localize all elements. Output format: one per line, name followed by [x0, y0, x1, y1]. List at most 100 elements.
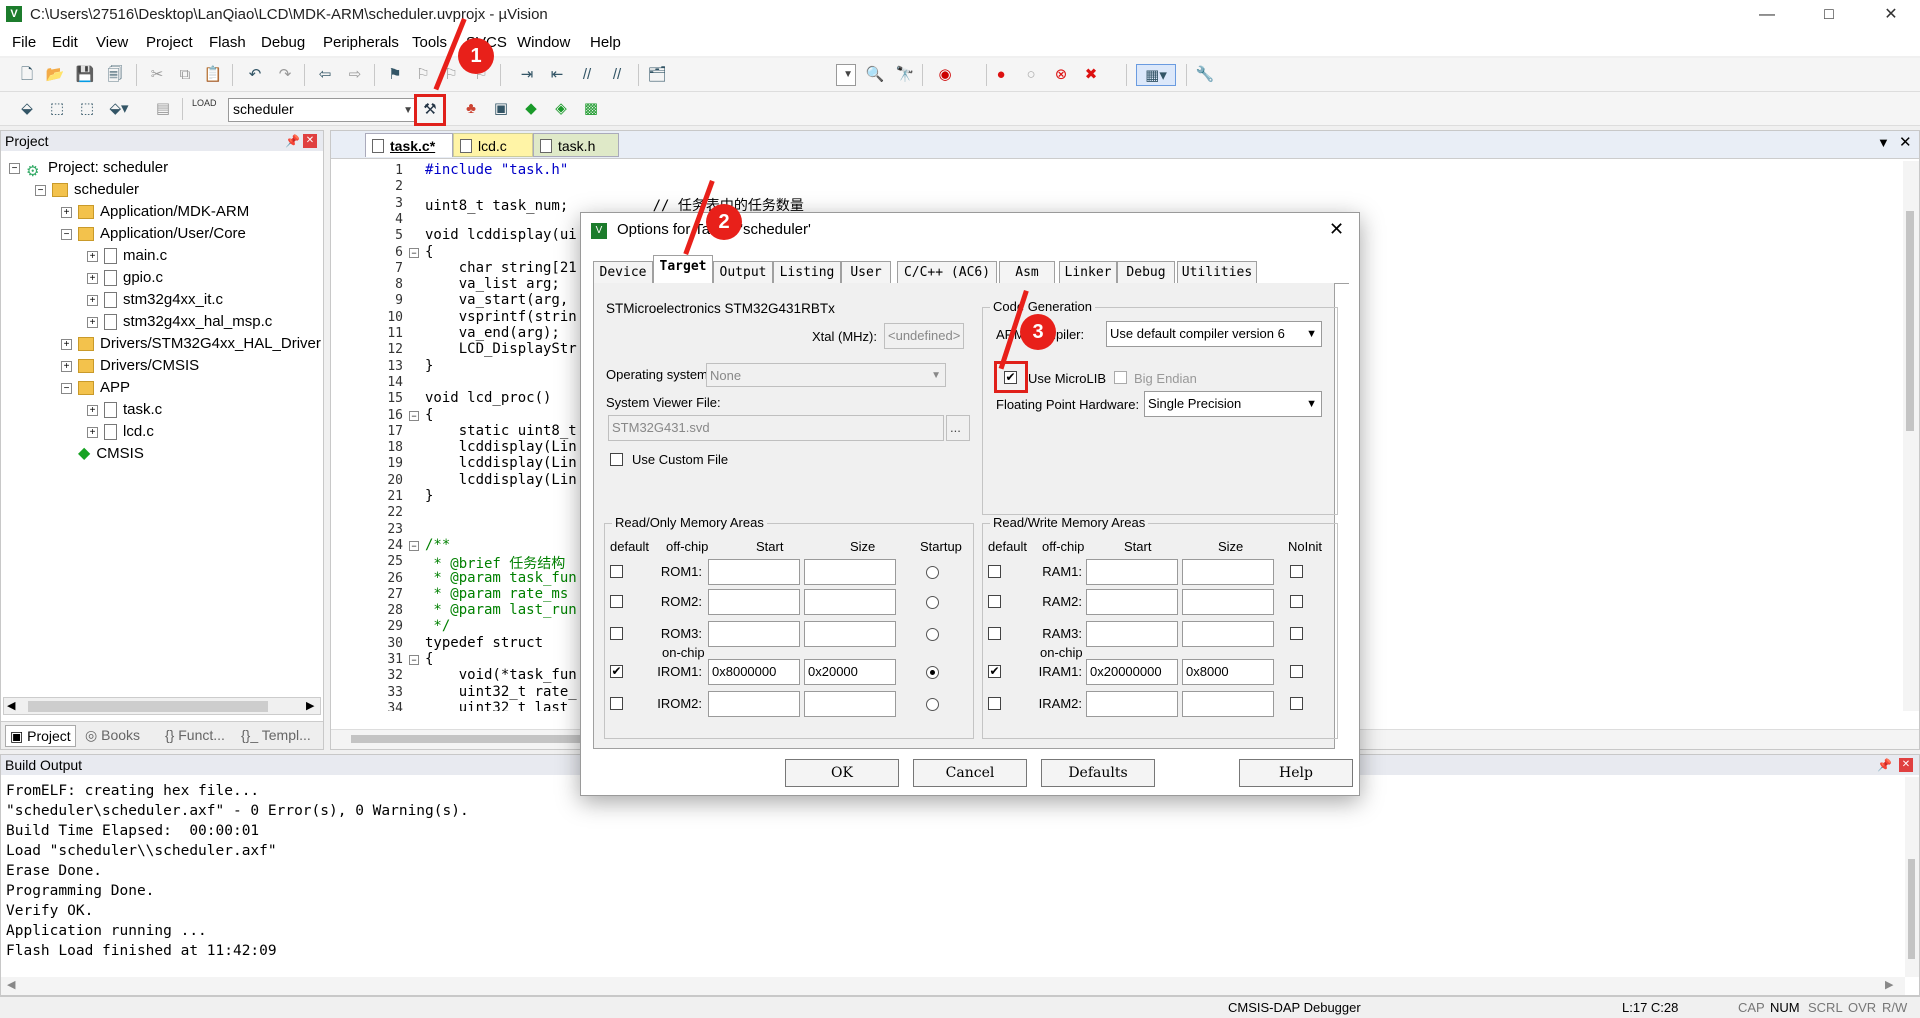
defaults-button[interactable]: Defaults: [1041, 759, 1155, 787]
minimize-button[interactable]: —: [1744, 2, 1790, 28]
expand-toggle-icon[interactable]: +: [87, 294, 98, 306]
expand-toggle-icon[interactable]: +: [87, 426, 98, 438]
tab-task-c[interactable]: task.c*: [365, 133, 453, 157]
default-checkbox[interactable]: ✔: [610, 665, 623, 678]
tab-utilities[interactable]: Utilities: [1177, 261, 1257, 283]
memory-size-field[interactable]: [1182, 559, 1274, 585]
build-icon[interactable]: ⬚: [46, 98, 68, 120]
dialog-close-icon[interactable]: ✕: [1329, 219, 1344, 240]
tab-cpp[interactable]: C/C++ (AC6): [897, 261, 997, 283]
close-button[interactable]: ✕: [1868, 2, 1914, 28]
manage-project-items-icon[interactable]: ♣: [460, 98, 482, 120]
memory-start-field[interactable]: [708, 691, 800, 717]
startup-radio[interactable]: [926, 566, 939, 579]
default-checkbox[interactable]: [610, 565, 623, 578]
output-vertical-scrollbar[interactable]: [1905, 777, 1919, 977]
event-recorder-icon[interactable]: ▩: [580, 98, 602, 120]
tab-listing[interactable]: Listing: [773, 261, 841, 283]
close-panel-icon[interactable]: ✕: [1899, 758, 1913, 772]
pack-installer-icon[interactable]: ◈: [550, 98, 572, 120]
batch-build-icon[interactable]: ⬙▾: [108, 98, 130, 120]
memory-start-field[interactable]: [708, 559, 800, 585]
paste-icon[interactable]: 📋: [202, 64, 224, 86]
output-horizontal-scrollbar[interactable]: ◀ ▶: [1, 977, 1905, 995]
close-editor-icon[interactable]: ✕: [1899, 133, 1912, 151]
memory-size-field[interactable]: [804, 589, 896, 615]
pin-icon[interactable]: 📌: [285, 131, 300, 151]
uncomment-icon[interactable]: //: [606, 64, 628, 86]
window-layout-icon[interactable]: ▦▾: [1136, 64, 1176, 86]
expand-toggle-icon[interactable]: +: [61, 206, 72, 218]
memory-size-field[interactable]: [1182, 621, 1274, 647]
tree-item[interactable]: + stm32g4xx_it.c: [9, 289, 319, 311]
prev-bookmark-icon[interactable]: ⚐: [412, 64, 434, 86]
disable-breakpoint-icon[interactable]: ○: [1020, 64, 1042, 86]
startup-radio[interactable]: [926, 628, 939, 641]
tab-output[interactable]: Output: [713, 261, 773, 283]
noinit-checkbox[interactable]: [1290, 665, 1303, 678]
bookmark-icon[interactable]: ⚑: [384, 64, 406, 86]
memory-size-field[interactable]: 0x20000: [804, 659, 896, 685]
ok-button[interactable]: OK: [785, 759, 899, 787]
close-panel-icon[interactable]: ✕: [303, 134, 317, 148]
expand-toggle-icon[interactable]: +: [87, 316, 98, 328]
menu-window[interactable]: Window: [517, 34, 570, 51]
menu-view[interactable]: View: [96, 34, 128, 51]
tab-asm[interactable]: Asm: [999, 261, 1055, 283]
memory-start-field[interactable]: [1086, 691, 1178, 717]
cut-icon[interactable]: ✂: [146, 64, 168, 86]
tree-item[interactable]: + lcd.c: [9, 421, 319, 443]
fold-toggle-icon[interactable]: −: [409, 247, 419, 258]
tab-templates[interactable]: {}_ Templ...: [241, 727, 311, 743]
tree-item[interactable]: + Application/MDK-ARM: [9, 201, 319, 223]
tab-user[interactable]: User: [841, 261, 891, 283]
breakpoint-icon[interactable]: ●: [990, 64, 1012, 86]
tree-item[interactable]: − scheduler: [9, 179, 319, 201]
tree-item[interactable]: + main.c: [9, 245, 319, 267]
tab-lcd-c[interactable]: lcd.c: [453, 133, 533, 157]
help-button[interactable]: Help: [1239, 759, 1353, 787]
default-checkbox[interactable]: [988, 697, 1001, 710]
noinit-checkbox[interactable]: [1290, 595, 1303, 608]
memory-start-field[interactable]: 0x20000000: [1086, 659, 1178, 685]
memory-size-field[interactable]: 0x8000: [1182, 659, 1274, 685]
noinit-checkbox[interactable]: [1290, 697, 1303, 710]
tree-item[interactable]: + task.c: [9, 399, 319, 421]
find-icon[interactable]: 🔍: [864, 64, 886, 86]
indent-icon[interactable]: ⇥: [516, 64, 538, 86]
noinit-checkbox[interactable]: [1290, 565, 1303, 578]
save-all-icon[interactable]: 🗐: [104, 64, 126, 86]
tab-functions[interactable]: {} Funct...: [165, 727, 225, 743]
maximize-button[interactable]: □: [1806, 2, 1852, 28]
menu-file[interactable]: File: [12, 34, 36, 51]
stop-build-icon[interactable]: ▤: [152, 98, 174, 120]
default-checkbox[interactable]: ✔: [988, 665, 1001, 678]
cancel-button[interactable]: Cancel: [913, 759, 1027, 787]
menu-edit[interactable]: Edit: [52, 34, 78, 51]
target-select[interactable]: scheduler ▼: [228, 98, 416, 122]
tab-target[interactable]: Target: [653, 255, 713, 285]
tree-item[interactable]: + Drivers/STM32G4xx_HAL_Driver: [9, 333, 321, 355]
tree-horizontal-scrollbar[interactable]: ◀ ▶: [3, 697, 321, 715]
debug-session-icon[interactable]: ◉: [934, 64, 956, 86]
fold-toggle-icon[interactable]: −: [409, 655, 419, 665]
translate-icon[interactable]: ⬙: [16, 98, 38, 120]
disable-all-breakpoints-icon[interactable]: ⊗: [1050, 64, 1072, 86]
use-custom-file-checkbox[interactable]: [610, 453, 623, 466]
menu-project[interactable]: Project: [146, 34, 193, 51]
find-in-files-icon[interactable]: 🗂: [646, 64, 668, 86]
tab-debug[interactable]: Debug: [1117, 261, 1175, 283]
fold-toggle-icon[interactable]: −: [409, 540, 419, 551]
expand-toggle-icon[interactable]: −: [35, 184, 46, 196]
load-icon[interactable]: LOAD: [192, 98, 217, 120]
menu-peripherals[interactable]: Peripherals: [323, 34, 399, 51]
default-checkbox[interactable]: [988, 627, 1001, 640]
os-select[interactable]: None ▼: [706, 363, 946, 387]
noinit-checkbox[interactable]: [1290, 627, 1303, 640]
memory-size-field[interactable]: [804, 559, 896, 585]
memory-start-field[interactable]: [1086, 559, 1178, 585]
tree-item[interactable]: − APP: [9, 377, 319, 399]
menu-debug[interactable]: Debug: [261, 34, 305, 51]
configure-icon[interactable]: 🔧: [1194, 64, 1216, 86]
pin-icon[interactable]: 📌: [1877, 755, 1892, 775]
